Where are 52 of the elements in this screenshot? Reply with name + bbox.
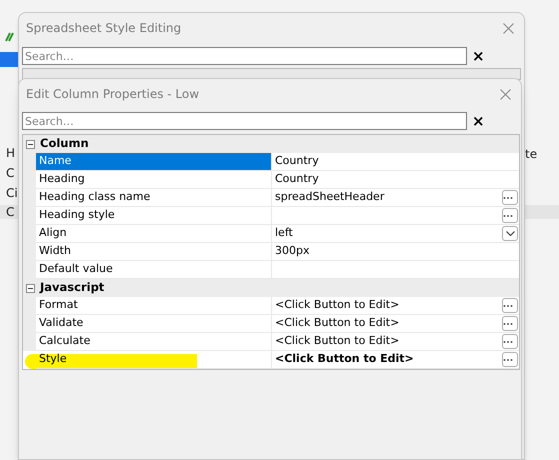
property-label[interactable]: Validate bbox=[36, 315, 271, 333]
property-value: <Click Button to Edit> bbox=[275, 333, 400, 350]
clear-search-button[interactable]: × bbox=[472, 113, 485, 129]
category-label: Column bbox=[40, 135, 89, 152]
ellipsis-icon bbox=[503, 214, 513, 218]
property-value: left bbox=[275, 225, 294, 242]
ellipsis-icon bbox=[503, 340, 513, 344]
ellipsis-icon bbox=[503, 196, 513, 200]
property-label[interactable]: Default value bbox=[36, 261, 271, 279]
ellipsis-button[interactable] bbox=[502, 190, 518, 205]
property-label[interactable]: Style bbox=[36, 351, 271, 369]
dropdown-button[interactable] bbox=[502, 226, 518, 241]
search-field[interactable]: Search… bbox=[22, 112, 467, 130]
ellipsis-button[interactable] bbox=[502, 316, 518, 331]
close-icon bbox=[502, 22, 514, 34]
table-cell: H bbox=[6, 146, 16, 160]
ellipsis-icon bbox=[503, 358, 513, 362]
collapse-icon[interactable] bbox=[26, 140, 35, 148]
property-value: <Click Button to Edit> bbox=[275, 351, 415, 368]
property-label[interactable]: Heading bbox=[36, 171, 271, 189]
search-field[interactable]: Search… bbox=[22, 47, 467, 65]
property-value: Country bbox=[275, 153, 320, 170]
property-label[interactable]: Format bbox=[36, 297, 271, 315]
property-value: <Click Button to Edit> bbox=[275, 297, 400, 314]
table-cell: Ci bbox=[6, 186, 18, 200]
category-label: Javascript bbox=[40, 279, 104, 296]
property-value: 300px bbox=[275, 243, 310, 260]
table-cell: C bbox=[6, 205, 14, 219]
ellipsis-button[interactable] bbox=[502, 208, 518, 223]
ellipsis-button[interactable] bbox=[502, 352, 518, 367]
property-label[interactable]: Calculate bbox=[36, 333, 271, 351]
property-value: <Click Button to Edit> bbox=[275, 315, 400, 332]
collapse-icon[interactable] bbox=[26, 284, 35, 292]
window-title: Edit Column Properties - Low bbox=[26, 86, 200, 103]
ellipsis-button[interactable] bbox=[502, 298, 518, 313]
table-cell: C bbox=[6, 166, 14, 180]
selection-bar bbox=[0, 52, 18, 67]
column-header: te bbox=[525, 147, 538, 161]
clear-search-button[interactable]: × bbox=[472, 48, 485, 64]
property-label[interactable]: Heading class name bbox=[36, 189, 271, 207]
chevron-down-icon bbox=[506, 231, 514, 236]
close-icon bbox=[500, 88, 510, 100]
ellipsis-icon bbox=[503, 304, 513, 308]
window-title: Spreadsheet Style Editing bbox=[26, 20, 182, 37]
property-label[interactable]: Heading style bbox=[36, 207, 271, 225]
property-label[interactable]: Name bbox=[36, 153, 271, 171]
ellipsis-icon bbox=[503, 322, 513, 326]
property-value: spreadSheetHeader bbox=[275, 189, 386, 206]
ellipsis-button[interactable] bbox=[502, 334, 518, 349]
property-label[interactable]: Width bbox=[36, 243, 271, 261]
property-value: Country bbox=[275, 171, 320, 188]
property-label[interactable]: Align bbox=[36, 225, 271, 243]
